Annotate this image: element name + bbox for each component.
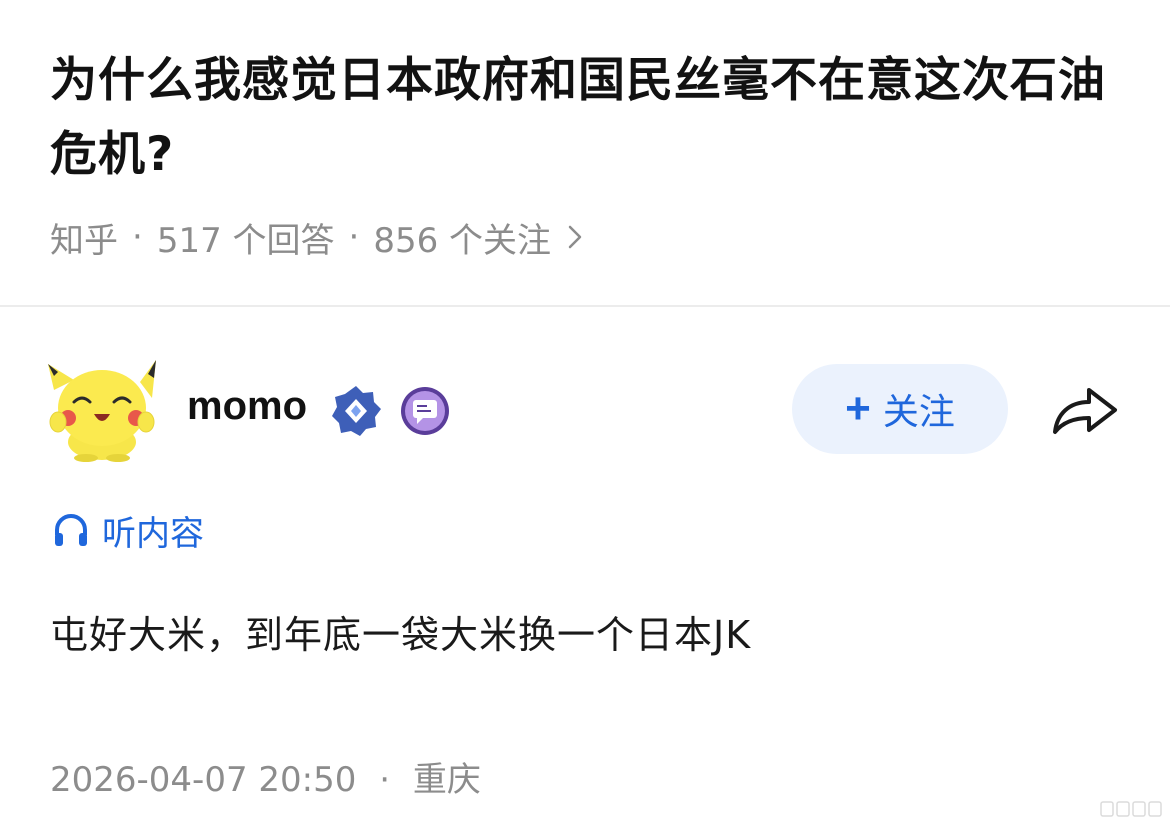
creator-badge-icon (401, 387, 449, 435)
verified-badge-icon (332, 386, 381, 436)
author-row: momo + 关注 (44, 358, 1134, 468)
meta-follower-count: 856 个关注 (373, 220, 552, 261)
answer-location: 重庆 (412, 760, 481, 800)
footer-separator: · (379, 760, 391, 800)
avatar[interactable] (44, 358, 160, 462)
answer-datetime: 2026-04-07 20:50 (50, 760, 357, 800)
listen-content-button[interactable]: 听内容 (52, 505, 204, 555)
question-meta[interactable]: 知乎 · 517 个回答 · 856 个关注 (50, 212, 583, 262)
follow-label: 关注 (882, 391, 955, 432)
chevron-right-icon (568, 225, 582, 249)
share-icon[interactable] (1049, 380, 1121, 440)
meta-source: 知乎 (50, 220, 118, 261)
section-divider (0, 305, 1170, 307)
plus-icon: + (845, 384, 871, 433)
headphone-icon (55, 514, 87, 546)
author-name[interactable]: momo (187, 384, 307, 429)
meta-separator: · (132, 217, 143, 257)
listen-label: 听内容 (102, 513, 204, 554)
question-title: 为什么我感觉日本政府和国民丝毫不在意这次石油危机? (50, 53, 1106, 182)
answer-body: 屯好大米，到年底一袋大米换一个日本JK (50, 613, 752, 657)
meta-answer-count: 517 个回答 (156, 220, 335, 261)
watermark-logo (1100, 801, 1162, 817)
answer-footer: 2026-04-07 20:50 · 重庆 (50, 752, 481, 801)
follow-button[interactable]: + 关注 (792, 364, 1008, 454)
meta-separator: · (348, 217, 360, 257)
